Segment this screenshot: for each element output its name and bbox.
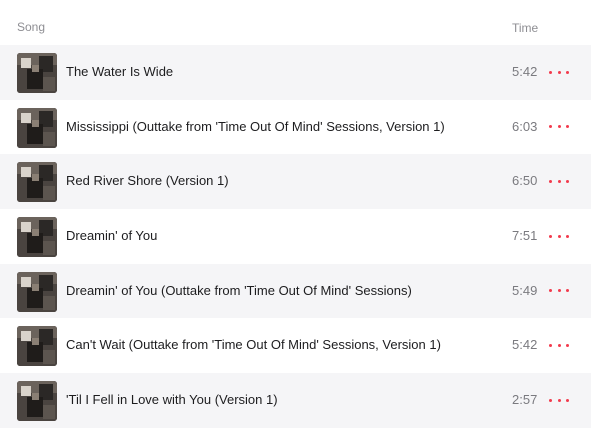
track-title: Dreamin' of You (Outtake from 'Time Out … xyxy=(66,282,412,298)
album-artwork xyxy=(17,271,57,312)
list-header: Song Time xyxy=(0,0,600,46)
more-icon[interactable] xyxy=(549,229,569,243)
track-row[interactable]: Dreamin' of You (Outtake from 'Time Out … xyxy=(0,263,591,319)
album-artwork xyxy=(17,107,57,148)
album-artwork xyxy=(17,326,57,367)
track-row[interactable]: 'Til I Fell in Love with You (Version 1)… xyxy=(0,373,591,428)
track-time: 7:51 xyxy=(512,228,538,244)
track-time: 6:03 xyxy=(512,118,538,134)
track-title: Red River Shore (Version 1) xyxy=(66,173,229,189)
album-artwork xyxy=(17,217,57,258)
track-time: 2:57 xyxy=(512,392,538,408)
more-icon[interactable] xyxy=(549,393,569,407)
track-rows: The Water Is Wide 5:42 Mississippi (Outt… xyxy=(0,45,591,428)
track-title: The Water Is Wide xyxy=(66,64,174,79)
album-artwork xyxy=(17,381,57,422)
album-artwork xyxy=(17,53,57,93)
track-row[interactable]: The Water Is Wide 5:42 xyxy=(0,45,591,100)
column-header-time[interactable]: Time xyxy=(512,21,538,35)
more-icon[interactable] xyxy=(549,120,569,134)
track-title: Can't Wait (Outtake from 'Time Out Of Mi… xyxy=(66,337,441,353)
track-time: 5:42 xyxy=(512,337,538,353)
track-time: 5:42 xyxy=(512,64,538,79)
song-list: Song Time The Water Is Wide 5:42 Mississ… xyxy=(0,0,600,448)
more-icon[interactable] xyxy=(549,338,569,352)
track-title: Mississippi (Outtake from 'Time Out Of M… xyxy=(66,118,445,134)
more-icon[interactable] xyxy=(549,174,569,188)
track-title: Dreamin' of You xyxy=(66,228,158,244)
track-time: 5:49 xyxy=(512,282,538,298)
track-row[interactable]: Can't Wait (Outtake from 'Time Out Of Mi… xyxy=(0,318,591,373)
track-row[interactable]: Mississippi (Outtake from 'Time Out Of M… xyxy=(0,100,591,155)
album-artwork xyxy=(17,162,57,203)
more-icon[interactable] xyxy=(549,65,569,79)
track-row[interactable]: Dreamin' of You 7:51 xyxy=(0,209,591,264)
more-icon[interactable] xyxy=(549,284,569,298)
track-row[interactable]: Red River Shore (Version 1) 6:50 xyxy=(0,154,591,210)
track-time: 6:50 xyxy=(512,173,538,189)
column-header-song[interactable]: Song xyxy=(17,20,45,34)
track-title: 'Til I Fell in Love with You (Version 1) xyxy=(66,392,278,408)
